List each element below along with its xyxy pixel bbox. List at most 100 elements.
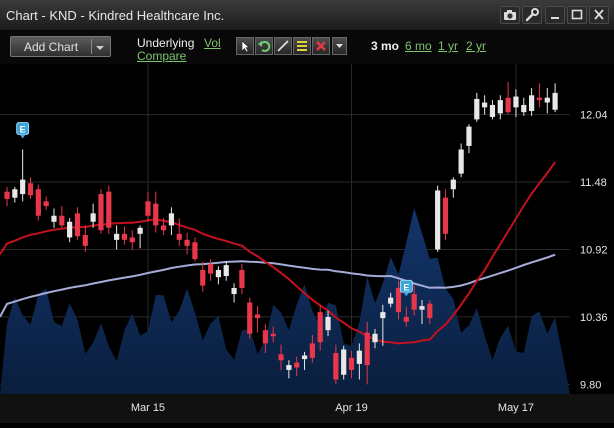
maximize-icon[interactable] bbox=[567, 6, 587, 24]
candle-body[interactable] bbox=[254, 314, 261, 319]
candle-body[interactable] bbox=[129, 237, 135, 243]
candle-body[interactable] bbox=[301, 355, 308, 360]
compare-link[interactable]: Compare bbox=[137, 49, 186, 63]
candle-body[interactable] bbox=[380, 312, 386, 319]
candle-body[interactable] bbox=[98, 194, 104, 231]
candle-body[interactable] bbox=[278, 354, 284, 361]
candle-body[interactable] bbox=[450, 179, 456, 190]
range-2yr-link[interactable]: 2 yr bbox=[466, 39, 486, 53]
candle-body[interactable] bbox=[51, 215, 57, 222]
candle-body[interactable] bbox=[223, 265, 229, 276]
candle-body[interactable] bbox=[466, 126, 472, 146]
candle-body[interactable] bbox=[482, 102, 488, 108]
candle-body[interactable] bbox=[207, 263, 214, 274]
close-icon[interactable] bbox=[589, 6, 609, 24]
candle-body[interactable] bbox=[239, 269, 245, 289]
candle-body[interactable] bbox=[309, 343, 315, 358]
candle-body[interactable] bbox=[325, 316, 331, 331]
candle-body[interactable] bbox=[348, 357, 355, 370]
candle-body[interactable] bbox=[145, 201, 151, 216]
add-chart-button[interactable]: Add Chart bbox=[10, 36, 111, 57]
candle-body[interactable] bbox=[12, 189, 18, 198]
dropdown-arrow-icon[interactable] bbox=[332, 37, 347, 55]
candle-body[interactable] bbox=[388, 297, 394, 304]
underlying-label: Underlying bbox=[137, 36, 195, 50]
candle-body[interactable] bbox=[215, 269, 222, 278]
wrench-icon[interactable] bbox=[522, 6, 542, 24]
candle-body[interactable] bbox=[536, 97, 543, 101]
candle-body[interactable] bbox=[106, 191, 112, 228]
candle-body[interactable] bbox=[43, 201, 49, 207]
candle-body[interactable] bbox=[341, 349, 347, 375]
chart-window: Chart - KND - Kindred Healthcare Inc. Ad… bbox=[0, 0, 614, 423]
candle-body[interactable] bbox=[59, 215, 65, 226]
candle-body[interactable] bbox=[137, 227, 143, 234]
candle-body[interactable] bbox=[192, 242, 198, 260]
range-6mo-link[interactable]: 6 mo bbox=[405, 39, 432, 53]
candle-body[interactable] bbox=[176, 233, 182, 240]
candle-body[interactable] bbox=[294, 362, 300, 368]
undo-icon[interactable] bbox=[255, 37, 273, 55]
candle-body[interactable] bbox=[121, 233, 128, 240]
candle-body[interactable] bbox=[200, 269, 206, 286]
candle-body[interactable] bbox=[286, 365, 292, 370]
candle-body[interactable] bbox=[419, 306, 425, 310]
candle-body[interactable] bbox=[317, 312, 323, 343]
candle-body[interactable] bbox=[153, 203, 159, 226]
candle-body[interactable] bbox=[27, 183, 34, 196]
candle-body[interactable] bbox=[544, 97, 550, 103]
vol-link[interactable]: Vol bbox=[204, 36, 221, 50]
window-title: Chart - KND - Kindred Healthcare Inc. bbox=[6, 8, 225, 23]
candle-body[interactable] bbox=[513, 96, 519, 108]
candle-body[interactable] bbox=[474, 98, 480, 120]
candle-body[interactable] bbox=[184, 239, 190, 246]
line-draw-icon[interactable] bbox=[274, 37, 292, 55]
candle-body[interactable] bbox=[411, 294, 417, 310]
candle-body[interactable] bbox=[552, 92, 558, 110]
candle-body[interactable] bbox=[333, 353, 339, 380]
candle-body[interactable] bbox=[403, 316, 409, 322]
candle-body[interactable] bbox=[270, 333, 276, 337]
drawing-tools bbox=[236, 37, 351, 57]
candle-body[interactable] bbox=[427, 303, 433, 319]
cursor-icon[interactable] bbox=[236, 37, 254, 55]
candle-body[interactable] bbox=[161, 225, 167, 231]
add-chart-label: Add Chart bbox=[24, 40, 79, 54]
range-1yr-link[interactable]: 1 yr bbox=[438, 39, 458, 53]
candle-body[interactable] bbox=[4, 191, 10, 199]
minimize-icon[interactable] bbox=[545, 6, 565, 24]
y-tick-label: 11.48 bbox=[580, 177, 607, 189]
candle-body[interactable] bbox=[489, 104, 496, 117]
candle-body[interactable] bbox=[529, 95, 535, 111]
candle-body[interactable] bbox=[67, 221, 73, 238]
candle-body[interactable] bbox=[114, 233, 120, 240]
candle-body[interactable] bbox=[262, 330, 268, 344]
candle-body[interactable] bbox=[74, 213, 81, 237]
candle-body[interactable] bbox=[231, 288, 237, 295]
title-bar[interactable]: Chart - KND - Kindred Healthcare Inc. bbox=[0, 0, 614, 31]
candle-body[interactable] bbox=[364, 332, 370, 366]
x-tick-label: Apr 19 bbox=[335, 402, 367, 414]
x-tick-label: Mar 15 bbox=[131, 402, 165, 414]
candle-body[interactable] bbox=[521, 104, 527, 113]
candle-body[interactable] bbox=[168, 213, 175, 226]
candle-body[interactable] bbox=[356, 350, 362, 364]
candle-body[interactable] bbox=[372, 333, 378, 343]
candle-body[interactable] bbox=[435, 190, 441, 250]
delete-icon[interactable] bbox=[312, 37, 330, 55]
candle-body[interactable] bbox=[458, 149, 464, 174]
candle-body[interactable] bbox=[505, 97, 511, 113]
price-chart[interactable]: E E 12.04 11.48 10.92 10.36 9.80 Mar 15 Apr 19… bbox=[0, 64, 614, 423]
range-3mo[interactable]: 3 mo bbox=[371, 39, 399, 53]
candle-body[interactable] bbox=[442, 197, 449, 234]
candle-body[interactable] bbox=[90, 213, 96, 222]
candle-body[interactable] bbox=[20, 179, 26, 195]
candle-body[interactable] bbox=[247, 302, 253, 334]
candle-body[interactable] bbox=[35, 189, 41, 216]
text-lines-icon[interactable] bbox=[293, 37, 311, 55]
candle-body[interactable] bbox=[82, 235, 88, 246]
camera-icon[interactable] bbox=[500, 6, 520, 24]
candle-body[interactable] bbox=[497, 100, 503, 114]
chart-area[interactable]: E E 12.04 11.48 10.92 10.36 9.80 Mar 15 Apr 19… bbox=[0, 64, 614, 423]
chevron-down-icon[interactable] bbox=[95, 41, 105, 55]
